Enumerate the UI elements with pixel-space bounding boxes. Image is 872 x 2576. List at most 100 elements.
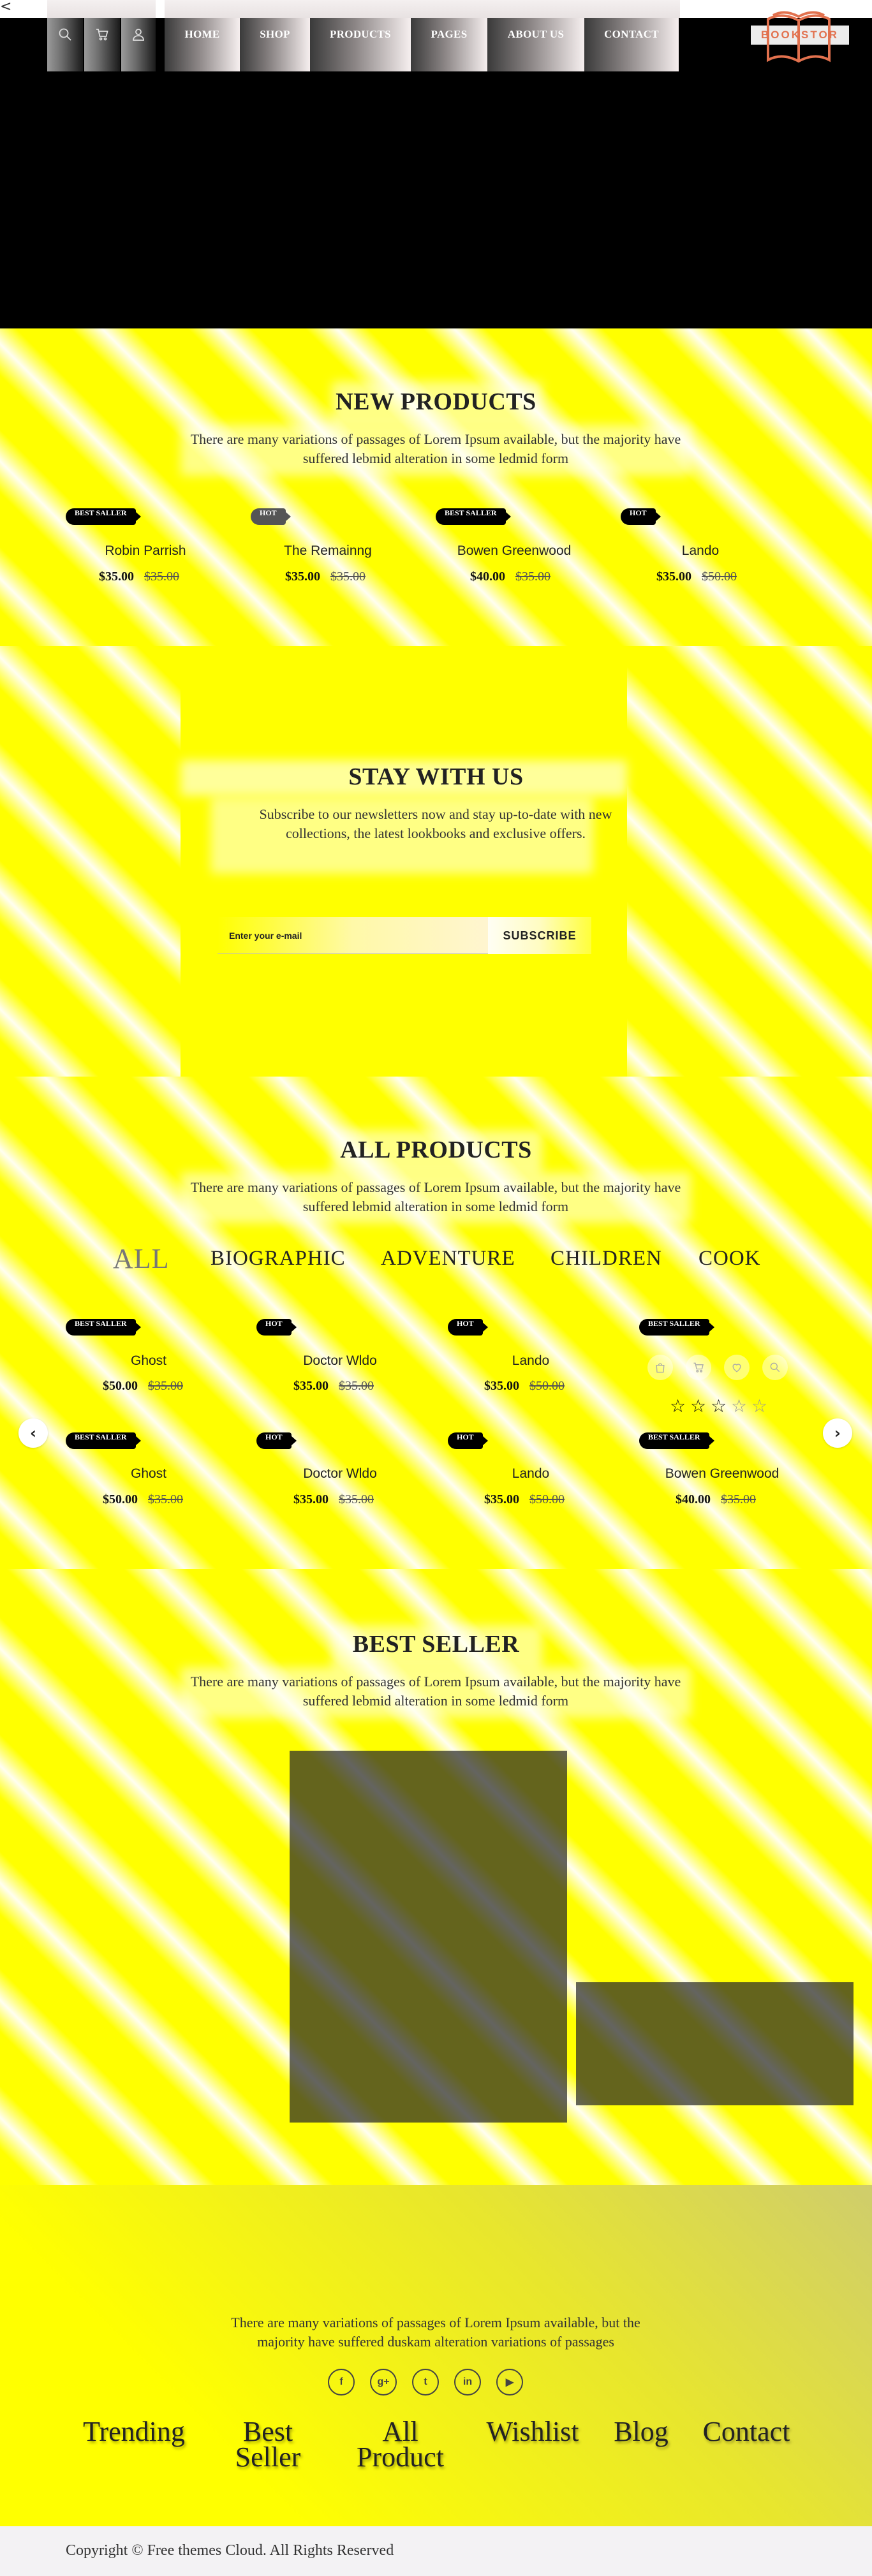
product-badge: BEST SALLER [66,1432,140,1449]
cart-icon [96,29,108,41]
back-caret[interactable]: < [0,0,11,14]
product-name[interactable]: Bowen Greenwood [639,1466,805,1482]
current-price: $40.00 [470,570,505,584]
title-word-1: NEW [336,388,394,415]
carousel-prev-button[interactable]: ‹ [18,1418,48,1448]
product-price: $40.00 $35.00 [633,1492,799,1507]
product-badge: BEST SALLER [436,508,510,525]
tab-adventure[interactable]: ADVENTURE [381,1247,515,1270]
chevron-right-icon: › [834,1424,841,1442]
footer-link-all-product[interactable]: All Product [344,2418,456,2471]
product-name[interactable]: Lando [617,543,783,559]
user-icon [133,29,144,41]
product-name[interactable]: Doctor Wldo [257,1353,423,1369]
tab-all[interactable]: ALL [113,1242,170,1275]
current-price: $50.00 [103,1379,138,1393]
product-price: $35.00 $50.00 [441,1379,607,1394]
product-price: $35.00 $50.00 [441,1492,607,1507]
quick-bag-button[interactable] [647,1355,673,1380]
current-price: $50.00 [103,1492,138,1506]
old-price: $35.00 [148,1492,183,1506]
product-name[interactable]: Doctor Wldo [257,1466,423,1482]
wishlist-button[interactable] [724,1355,750,1380]
quick-view-button[interactable] [762,1355,788,1380]
product-price: $35.00 $35.00 [251,1379,417,1394]
cart-button[interactable] [84,18,120,71]
star-empty-icon[interactable]: ☆ [731,1395,747,1417]
newsletter-text: Subscribe to our newsletters now and sta… [259,806,612,841]
product-name[interactable]: Ghost [66,1353,232,1369]
product-name[interactable]: Ghost [66,1466,232,1482]
product-price: $40.00 $35.00 [427,570,593,584]
nav-pages[interactable]: PAGES [411,18,487,71]
current-price: $35.00 [484,1379,519,1393]
old-price: $35.00 [339,1379,374,1393]
carousel-next-button[interactable]: › [823,1418,852,1448]
youtube-icon[interactable]: ▶ [496,2369,523,2396]
old-price: $35.00 [330,570,366,584]
product-name[interactable]: Robin Parrish [63,543,228,559]
bag-icon [656,1363,665,1373]
search-button[interactable] [47,18,83,71]
footer [0,2185,872,2526]
footer-link-wishlist[interactable]: Wishlist [475,2418,590,2446]
account-button[interactable] [121,18,156,71]
product-price: $50.00 $35.00 [60,1379,226,1394]
tab-biographic[interactable]: BIOGRAPHIC [211,1247,346,1270]
old-price: $50.00 [529,1379,565,1393]
product-name[interactable]: Lando [448,1466,614,1482]
tab-children[interactable]: CHILDREN [551,1247,662,1270]
search-icon [59,28,71,41]
top-bar-shade [165,0,680,18]
nav-products[interactable]: PRODUCTS [310,18,411,71]
linkedin-icon[interactable]: in [454,2369,481,2396]
product-price: $35.00 $35.00 [251,1492,417,1507]
nav-shop[interactable]: SHOP [240,18,310,71]
heart-icon [732,1364,741,1373]
logo-text[interactable]: BOOKSTOR [751,29,849,41]
old-price: $35.00 [148,1379,183,1393]
email-input[interactable] [218,917,488,954]
product-name[interactable]: Bowen Greenwood [431,543,597,559]
current-price: $40.00 [676,1492,711,1506]
product-price: $35.00 $35.00 [242,570,408,584]
best-seller-feature-image[interactable] [290,1751,567,2123]
product-name[interactable]: Lando [448,1353,614,1369]
top-bar [0,0,872,18]
current-price: $35.00 [484,1492,519,1506]
top-bar-shade [47,0,156,18]
nav-about-us[interactable]: ABOUT US [487,18,584,71]
subscribe-button[interactable]: SUBSCRIBE [488,917,591,954]
title-word-1: ALL [340,1137,390,1163]
footer-link-blog[interactable]: Blog [603,2418,679,2446]
product-name[interactable]: The Remainng [245,543,411,559]
old-price: $35.00 [515,570,551,584]
product-badge: HOT [448,1432,488,1449]
product-badge: HOT [256,1319,297,1336]
facebook-icon[interactable]: f [328,2369,355,2396]
star-empty-icon[interactable]: ☆ [751,1395,767,1417]
nav-home[interactable]: HOME [165,18,240,71]
product-price: $35.00 $50.00 [614,570,780,584]
footer-link-trending[interactable]: Trending [77,2418,191,2446]
title-word-2: PRODUCTS [400,388,536,415]
product-price: $35.00 $35.00 [56,570,222,584]
old-price: $50.00 [529,1492,565,1506]
google-plus-icon[interactable]: g+ [370,2369,397,2396]
product-badge: BEST SALLER [66,1319,140,1336]
add-to-cart-button[interactable] [686,1355,711,1380]
tumblr-icon[interactable]: t [412,2369,439,2396]
footer-link-contact[interactable]: Contact [695,2418,797,2446]
star-filled-icon[interactable]: ☆ [690,1395,706,1417]
tab-cook[interactable]: COOK [698,1247,761,1270]
star-filled-icon[interactable]: ☆ [711,1395,727,1417]
old-price: $35.00 [339,1492,374,1506]
new-products-subtitle: There are many variations of passages of… [190,431,681,466]
all-products-title: ALL PRODUCTS [0,1136,872,1164]
star-filled-icon[interactable]: ☆ [670,1395,686,1417]
nav-contact[interactable]: CONTACT [584,18,679,71]
footer-link-best-seller[interactable]: Best Seller [223,2418,313,2471]
best-seller-side-image[interactable] [576,1982,854,2105]
product-badge: HOT [448,1319,488,1336]
product-price: $50.00 $35.00 [60,1492,226,1507]
